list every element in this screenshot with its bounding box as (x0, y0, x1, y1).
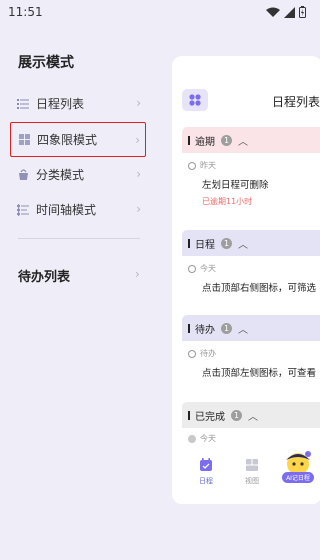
chevron-right-icon: › (136, 202, 141, 216)
battery-icon (299, 6, 306, 18)
ai-schedule-badge: AI记日程 (282, 450, 314, 483)
sidebar-item-label: 时间轴模式 (36, 203, 97, 217)
group-header-completed: 已完成 1 ︿ (182, 402, 320, 428)
group-header-overdue: 逾期 1 ︿ (182, 127, 320, 153)
status-time: 11:51 (8, 5, 43, 19)
view-icon (246, 459, 258, 471)
task-date: 今天 (188, 433, 216, 444)
sidebar-item-label: 四象限模式 (37, 133, 98, 147)
preview-title: 日程列表 (272, 95, 320, 109)
chevron-up-icon: ︿ (248, 411, 258, 423)
group-marker (188, 135, 190, 145)
nav-label: 日程 (199, 477, 213, 485)
status-bar: 11:51 (0, 0, 315, 24)
task-title: 点击顶部左侧图标，可查看 (202, 368, 317, 379)
sidebar-item-category-mode[interactable]: 分类模式 › (10, 157, 146, 192)
mode-preview-panel: 日程列表 逾期 1 ︿ 昨天 左划日程可删除 已逾期11小时 日程 1 ︿ 今天… (172, 56, 320, 504)
calendar-icon (200, 458, 212, 471)
bag-icon (17, 168, 29, 181)
task-date-label: 今天 (200, 434, 216, 443)
app-grid-icon (182, 89, 208, 111)
task-title: 左划日程可删除 (202, 180, 269, 191)
chevron-up-icon: ︿ (238, 136, 248, 148)
group-header-schedule: 日程 1 ︿ (182, 230, 320, 256)
overdue-note: 已逾期11小时 (202, 197, 253, 206)
chevron-right-icon: › (136, 167, 141, 181)
chevron-right-icon: › (135, 133, 140, 147)
task-date: 今天 (188, 263, 216, 274)
group-name: 日程 (195, 239, 215, 251)
sidebar-item-label: 日程列表 (36, 97, 85, 111)
wifi-icon (266, 7, 280, 17)
ai-schedule-label: AI记日程 (282, 472, 314, 483)
group-marker (188, 410, 190, 420)
section-title-display-mode: 展示模式 (18, 55, 74, 71)
sidebar-item-label: 分类模式 (36, 168, 85, 182)
task-date-label: 今天 (200, 264, 216, 273)
task-card: 今天 (182, 428, 320, 448)
group-name: 逾期 (195, 136, 215, 148)
sidebar-item-quadrant-mode[interactable]: 四象限模式 › (10, 122, 146, 157)
todo-list-item[interactable]: 待办列表 (18, 266, 70, 285)
timeline-icon (17, 203, 29, 216)
task-card: 待办 点击顶部左侧图标，可查看 (182, 341, 320, 393)
checkbox-circle-icon (188, 264, 196, 273)
group-count-badge: 1 (231, 409, 242, 421)
chevron-up-icon: ︿ (238, 239, 248, 251)
chevron-right-icon: › (136, 96, 141, 110)
list-icon (17, 98, 29, 110)
group-marker (188, 238, 190, 248)
task-date: 昨天 (188, 160, 216, 171)
task-title: 点击顶部右侧图标，可筛选 (202, 283, 317, 294)
divider (18, 238, 140, 239)
nav-label: 视图 (245, 477, 259, 485)
task-date-label: 昨天 (200, 161, 216, 170)
chevron-right-icon[interactable]: › (135, 267, 140, 281)
sidebar-item-schedule-list[interactable]: 日程列表 › (10, 86, 146, 121)
group-count-badge: 1 (221, 322, 232, 334)
group-name: 待办 (195, 324, 215, 336)
group-count-badge: 1 (221, 134, 232, 146)
nav-item-view: 视图 (232, 458, 272, 486)
preview-header: 日程列表 (172, 56, 320, 122)
chevron-up-icon: ︿ (238, 324, 248, 336)
task-card: 昨天 左划日程可删除 已逾期11小时 (182, 153, 320, 221)
group-count-badge: 1 (221, 237, 232, 249)
task-date-label: 待办 (200, 349, 216, 358)
signal-icon (284, 6, 295, 18)
nav-item-schedule: 日程 (186, 458, 226, 486)
check-circle-icon (188, 434, 196, 443)
sidebar-item-timeline-mode[interactable]: 时间轴模式 › (10, 192, 146, 227)
task-card: 今天 点击顶部右侧图标，可筛选 (182, 256, 320, 308)
preview-bottom-nav: 日程 视图 AI记日程 (172, 448, 320, 504)
status-icons (266, 6, 306, 18)
group-name: 已完成 (195, 411, 225, 423)
task-date: 待办 (188, 348, 216, 359)
checkbox-circle-icon (188, 349, 196, 358)
group-header-todo: 待办 1 ︿ (182, 315, 320, 341)
grid-icon (18, 134, 30, 146)
checkbox-circle-icon (188, 161, 196, 170)
group-marker (188, 323, 190, 333)
display-mode-sidebar: 展示模式 日程列表 › 四象限模式 › 分类模式 › 时间轴模式 › 待办列表 … (0, 24, 160, 560)
